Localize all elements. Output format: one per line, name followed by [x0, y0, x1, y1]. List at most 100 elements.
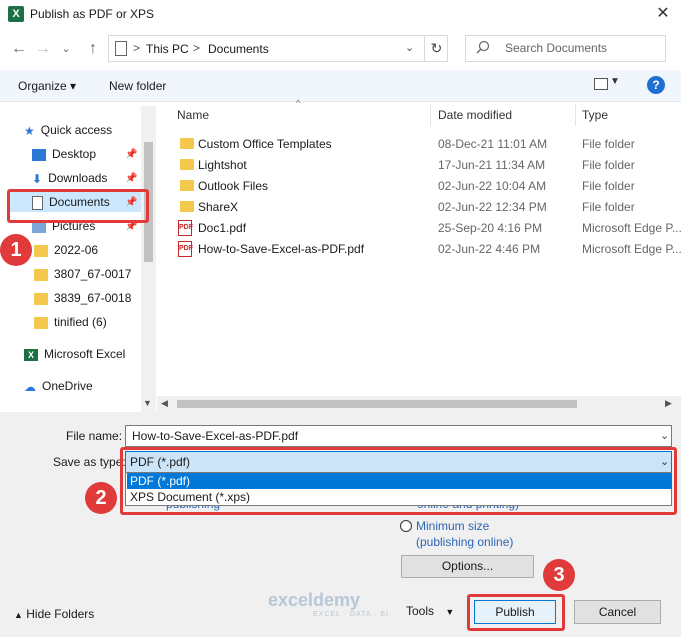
scroll-right-icon[interactable]: ▶: [665, 398, 672, 409]
desktop-icon: [32, 148, 46, 161]
file-name: Doc1.pdf: [198, 221, 247, 235]
sidebar-item-label: 3807_67-0017: [54, 267, 132, 281]
up-button[interactable]: ↑: [82, 38, 104, 60]
hide-folders-label: Hide Folders: [26, 607, 95, 621]
new-folder-button[interactable]: New folder: [109, 79, 166, 93]
column-type[interactable]: Type: [582, 108, 608, 122]
file-name: How-to-Save-Excel-as-PDF.pdf: [198, 242, 365, 256]
sidebar-item-folder[interactable]: 2022-06: [34, 240, 98, 260]
step-badge-2: 2: [85, 482, 117, 514]
file-type: File folder: [582, 158, 635, 172]
window-title: Publish as PDF or XPS: [30, 7, 155, 21]
sidebar-item-label: Quick access: [40, 123, 113, 137]
sidebar-item-label: tinified (6): [54, 315, 107, 329]
folder-icon: [34, 268, 48, 281]
file-type: Microsoft Edge P...: [582, 242, 681, 256]
column-name[interactable]: Name: [177, 108, 209, 122]
options-button[interactable]: Options...: [401, 555, 534, 578]
sidebar-item-label: Microsoft Excel: [44, 347, 126, 361]
sidebar-item-folder[interactable]: 3839_67-0018: [34, 288, 131, 308]
pdf-icon: PDF: [178, 241, 193, 257]
highlight-documents: [7, 189, 149, 223]
tools-button[interactable]: Tools ▼: [406, 604, 454, 618]
breadcrumb-documents[interactable]: Documents: [208, 42, 269, 56]
sidebar-item-label: 2022-06: [54, 243, 99, 257]
watermark-tagline: EXCEL · DATA · BI: [313, 611, 389, 618]
cancel-button[interactable]: Cancel: [574, 600, 661, 624]
file-type: File folder: [582, 137, 635, 151]
horizontal-scrollbar-thumb[interactable]: [177, 400, 577, 408]
minimum-size-sublabel: (publishing online): [416, 535, 514, 549]
scroll-left-icon[interactable]: ◀: [161, 398, 168, 409]
column-divider[interactable]: [575, 104, 576, 126]
address-dropdown-icon[interactable]: ⌄: [405, 41, 414, 54]
arrow-up-icon: ↑: [89, 40, 97, 57]
scroll-down-icon[interactable]: ▼: [143, 398, 152, 408]
file-date: 02-Jun-22 12:34 PM: [438, 200, 547, 214]
file-date: 17-Jun-21 11:34 AM: [438, 158, 546, 172]
view-dropdown-icon[interactable]: ▼: [610, 76, 620, 87]
command-bar: [0, 70, 681, 102]
file-type: File folder: [582, 179, 635, 193]
column-date[interactable]: Date modified: [438, 108, 512, 122]
highlight-publish: [467, 594, 565, 631]
refresh-icon: ↻: [430, 40, 443, 56]
sidebar-item-label: OneDrive: [42, 379, 93, 393]
sidebar-item-onedrive[interactable]: ☁ OneDrive: [24, 376, 93, 396]
file-name-label: File name:: [66, 429, 123, 443]
file-name: Outlook Files: [198, 179, 269, 193]
sidebar-item-label: 3839_67-0018: [54, 291, 132, 305]
download-icon: ⬇: [32, 171, 43, 186]
breadcrumb-this-pc[interactable]: This PC: [146, 42, 189, 56]
sidebar-item-label: Downloads: [48, 171, 108, 185]
excel-icon: X: [24, 348, 38, 361]
search-icon: [476, 40, 490, 54]
refresh-button[interactable]: ↻: [424, 35, 448, 62]
back-button[interactable]: ←: [8, 38, 30, 60]
arrow-right-icon: →: [35, 40, 51, 57]
step-badge-1: 1: [0, 234, 32, 266]
sidebar-item-downloads[interactable]: ⬇ Downloads: [32, 168, 107, 188]
sort-up-icon: ^: [296, 98, 301, 108]
onedrive-icon: ☁: [24, 379, 36, 394]
sidebar-item-folder[interactable]: tinified (6): [34, 312, 107, 332]
minimum-size-radio[interactable]: [400, 520, 412, 532]
pdf-icon: PDF: [178, 220, 193, 236]
folder-icon: [180, 138, 194, 149]
document-icon: [115, 41, 127, 56]
folder-icon: [34, 292, 48, 305]
file-date: 25-Sep-20 4:16 PM: [438, 221, 543, 235]
sidebar-item-quick-access[interactable]: ★ Quick access: [24, 120, 112, 140]
address-bar[interactable]: > This PC > Documents ⌄: [108, 35, 448, 62]
organize-button[interactable]: Organize ▾: [18, 79, 76, 93]
file-name: Lightshot: [198, 158, 247, 172]
close-button[interactable]: ✕: [650, 2, 676, 26]
excel-app-icon: X: [8, 6, 24, 22]
chevron-down-icon[interactable]: ⌄: [660, 429, 669, 442]
file-name-field[interactable]: How-to-Save-Excel-as-PDF.pdf: [125, 425, 672, 447]
sidebar-item-microsoft-excel[interactable]: X Microsoft Excel: [24, 344, 125, 364]
sidebar-item-folder[interactable]: 3807_67-0017: [34, 264, 131, 284]
tools-label: Tools: [406, 604, 435, 618]
file-date: 08-Dec-21 11:01 AM: [438, 137, 548, 151]
file-date: 02-Jun-22 10:04 AM: [438, 179, 547, 193]
folder-icon: [180, 180, 194, 191]
star-icon: ★: [24, 123, 35, 138]
search-input[interactable]: Search Documents: [505, 41, 607, 55]
sidebar-item-label: Desktop: [52, 147, 97, 161]
file-type: Microsoft Edge P...: [582, 221, 681, 235]
view-icon[interactable]: [594, 78, 608, 90]
folder-icon: [34, 316, 48, 329]
help-icon[interactable]: ?: [647, 76, 665, 94]
chevron-down-icon: ⌄: [61, 43, 71, 55]
file-name: ShareX: [198, 200, 239, 214]
watermark-logo: exceldemy: [268, 590, 361, 610]
column-divider[interactable]: [430, 104, 431, 126]
file-type: File folder: [582, 200, 635, 214]
hide-folders-button[interactable]: ▲ Hide Folders: [14, 607, 94, 621]
recent-locations-button[interactable]: ⌄: [55, 38, 77, 60]
forward-button[interactable]: →: [32, 38, 54, 60]
minimum-size-label[interactable]: Minimum size: [416, 519, 489, 533]
sidebar-item-desktop[interactable]: Desktop: [32, 144, 96, 164]
pin-icon: 📌: [125, 149, 138, 160]
